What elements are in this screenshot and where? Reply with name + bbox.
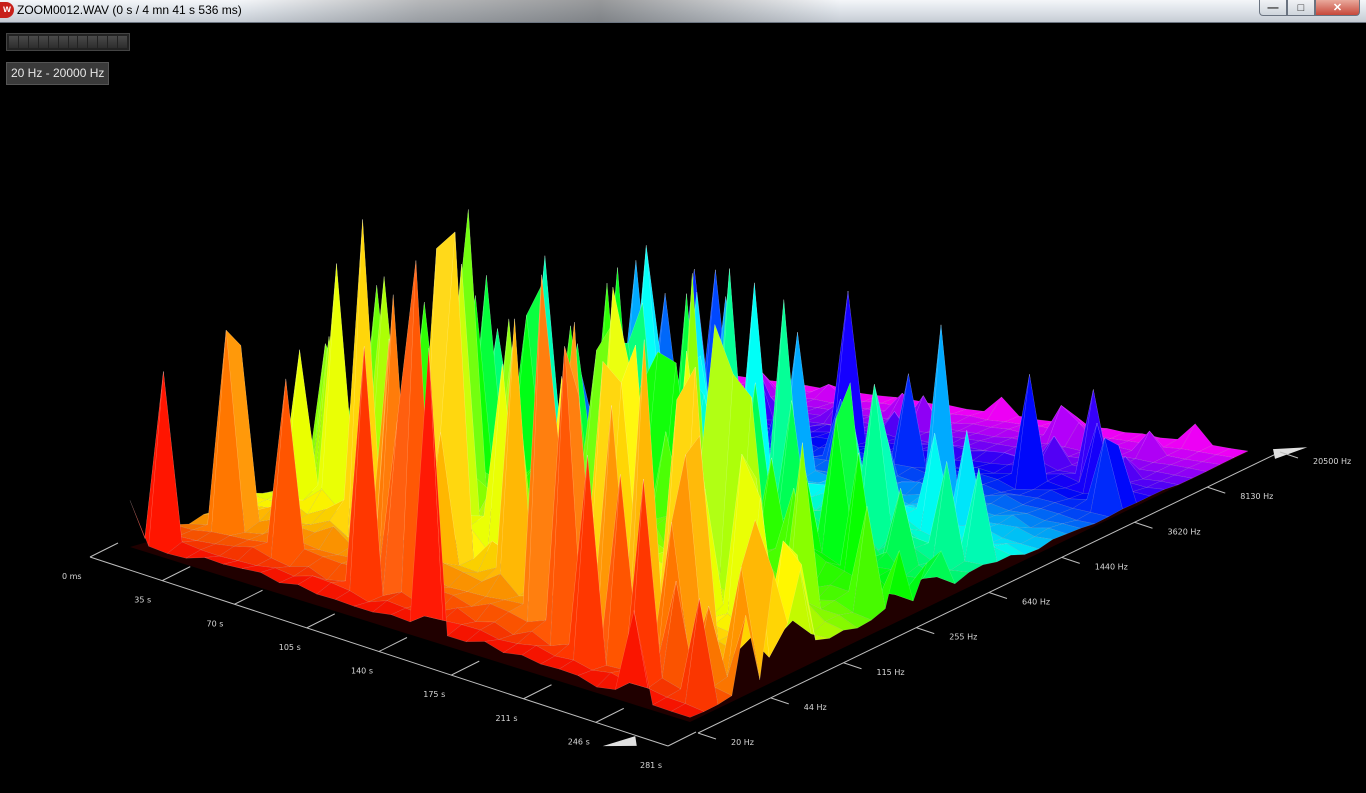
time-axis-tick-label: 35 s — [134, 596, 151, 605]
frequency-axis-tick-label: 3620 Hz — [1168, 527, 1201, 536]
time-axis-tick — [306, 613, 335, 629]
frequency-axis-tick-label: 8130 Hz — [1240, 492, 1273, 501]
frequency-axis-tick-label: 44 Hz — [804, 703, 827, 712]
close-icon: ✕ — [1332, 2, 1343, 14]
minimize-button[interactable]: — — [1259, 0, 1287, 16]
time-axis-tick-label: 246 s — [568, 737, 590, 746]
close-button[interactable]: ✕ — [1315, 0, 1360, 16]
frequency-axis-tick-label: 20500 Hz — [1313, 457, 1351, 466]
time-axis-tick — [234, 589, 263, 605]
time-axis-tick-label: 70 s — [207, 619, 224, 628]
time-axis-arrow — [602, 736, 637, 747]
frequency-axis-tick-label: 255 Hz — [949, 633, 977, 642]
time-axis-tick — [451, 660, 480, 676]
time-axis-tick-label: 175 s — [423, 690, 445, 699]
frequency-axis-tick — [843, 662, 862, 670]
time-axis-tick — [667, 731, 697, 747]
frequency-axis-tick-label: 640 Hz — [1022, 598, 1050, 607]
frequency-axis-tick-label: 115 Hz — [877, 668, 905, 677]
time-axis-tick — [523, 684, 552, 700]
frequency-axis-tick — [988, 592, 1008, 599]
time-axis-tick-label: 0 ms — [62, 572, 82, 581]
spectrum-surface — [129, 209, 1249, 718]
window-title: ZOOM0012.WAV (0 s / 4 mn 41 s 536 ms) — [17, 3, 242, 17]
frequency-axis-tick — [1134, 521, 1153, 529]
maximize-button[interactable]: □ — [1287, 0, 1315, 16]
time-axis-tick — [89, 542, 119, 558]
frequency-axis-tick — [916, 627, 935, 635]
time-axis-tick — [162, 566, 191, 582]
spectrum-3d-plot[interactable]: 0 ms 35 s 70 s 105 s 140 s 175 s 211 s 246 s 281… — [0, 23, 1366, 793]
time-axis-tick — [595, 707, 624, 723]
frequency-axis-tick-label: 1440 Hz — [1095, 562, 1128, 571]
time-axis-tick-label: 140 s — [351, 667, 373, 676]
time-axis-tick-label: 105 s — [279, 643, 301, 652]
time-axis-tick-label: 281 s — [640, 761, 662, 770]
time-axis-tick — [378, 637, 408, 652]
frequency-axis-tick-label: 20 Hz — [731, 738, 754, 747]
window-controls: — □ ✕ — [1259, 0, 1360, 16]
app-logo-icon[interactable]: w — [0, 2, 14, 18]
frequency-axis-tick — [1207, 486, 1226, 494]
time-axis-tick-label: 211 s — [496, 714, 518, 723]
title-bar-background — [240, 0, 840, 22]
frequency-axis-tick — [1061, 556, 1080, 564]
frequency-axis-tick — [697, 732, 717, 740]
frequency-axis-tick — [770, 697, 789, 705]
title-bar[interactable]: w ZOOM0012.WAV (0 s / 4 mn 41 s 536 ms) … — [0, 0, 1366, 23]
frequency-axis-arrow — [1273, 447, 1308, 459]
maximize-icon: □ — [1297, 1, 1305, 14]
minimize-icon: — — [1267, 1, 1279, 14]
